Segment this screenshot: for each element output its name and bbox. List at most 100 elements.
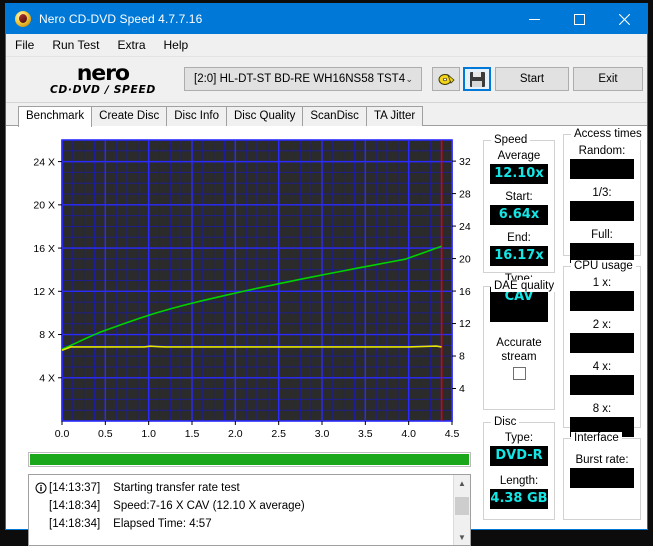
tab-disc-info[interactable]: Disc Info — [166, 106, 227, 126]
interface-group: Interface Burst rate: — [563, 432, 641, 520]
minimize-button[interactable] — [512, 4, 557, 34]
scroll-up-icon[interactable]: ▲ — [454, 475, 470, 491]
cpu-1x-value — [570, 291, 634, 311]
drive-selector-value: [2:0] HL-DT-ST BD-RE WH16NS58 TST4 — [194, 73, 406, 85]
log-message: Speed:7-16 X CAV (12.10 X average) — [113, 500, 305, 512]
cpu-8x-label: 8 x: — [592, 403, 612, 415]
log-message: Elapsed Time: 4:57 — [113, 518, 212, 530]
log-panel: [14:13:37] Starting transfer rate test [… — [28, 474, 471, 546]
tab-ta-jitter[interactable]: TA Jitter — [365, 106, 424, 126]
log-message: Starting transfer rate test — [113, 482, 240, 494]
dae-quality-group-title: DAE quality — [491, 280, 558, 292]
progress-bar-fill — [30, 454, 469, 465]
tab-disc-quality[interactable]: Disc Quality — [226, 106, 304, 126]
log-time: [14:13:37] — [49, 482, 101, 494]
chart-x-label: 2.0 — [228, 428, 243, 440]
speed-average-label: Average — [497, 150, 541, 162]
chart-y-label-right: 24 — [459, 221, 471, 233]
chart-x-label: 3.0 — [315, 428, 330, 440]
accurate-stream-label-line2: stream — [501, 351, 537, 363]
cpu-4x-label: 4 x: — [592, 361, 612, 373]
access-third-label: 1/3: — [592, 187, 612, 199]
nero-cd-dvd-speed-window: Nero CD-DVD Speed 4.7.7.16 File Run Test… — [5, 3, 648, 546]
disc-type-value: DVD-R — [490, 446, 548, 466]
access-times-group-title: Access times — [571, 128, 645, 140]
chart-x-label: 0.0 — [55, 428, 70, 440]
chart-y-label-left: 4 X — [39, 372, 55, 384]
tab-benchmark[interactable]: Benchmark — [18, 106, 93, 127]
dae-quality-group: DAE quality Accurate stream — [483, 280, 558, 410]
chart-y-label-right: 8 — [459, 351, 465, 363]
chart-y-label-right: 4 — [459, 383, 465, 395]
nero-logo-wordmark: nero — [76, 61, 130, 86]
toolbar: nero CD·DVD ∕ SPEED [2:0] HL-DT-ST BD-RE… — [6, 57, 647, 103]
chart-x-label: 0.5 — [98, 428, 113, 440]
chart-y-label-left: 12 X — [33, 286, 55, 298]
exit-button[interactable]: Exit — [573, 67, 643, 91]
chart-x-label: 4.5 — [445, 428, 460, 440]
accurate-stream-checkbox[interactable] — [512, 367, 526, 380]
maximize-button[interactable] — [557, 4, 602, 34]
chevron-down-icon: ⌄ — [405, 73, 413, 84]
list-item: [14:18:34] Speed:7-16 X CAV (12.10 X ave… — [29, 497, 453, 515]
floppy-save-icon — [469, 71, 485, 87]
transfer-rate-chart: 4 X 8 X 12 X 16 X 20 X 24 X 4 8 12 16 20 24 28 32 0.0 0… — [28, 136, 472, 446]
chart-y-label-left: 16 X — [33, 243, 55, 255]
menu-bar: File Run Test Extra Help — [6, 34, 647, 57]
eject-disc-icon — [438, 72, 455, 87]
progress-bar — [28, 452, 471, 467]
chart-y-label-right: 32 — [459, 156, 471, 168]
menu-item-run-test[interactable]: Run Test — [52, 36, 108, 54]
tab-create-disc[interactable]: Create Disc — [91, 106, 168, 126]
speed-start-label: Start: — [505, 191, 533, 203]
cpu-usage-group-title: CPU usage — [571, 260, 636, 272]
menu-item-file[interactable]: File — [15, 36, 43, 54]
disc-group: Disc Type: DVD-R Length: 4.38 GB — [483, 416, 555, 520]
start-button[interactable]: Start — [495, 67, 569, 91]
eject-disc-button[interactable] — [432, 67, 460, 91]
menu-item-help[interactable]: Help — [164, 36, 198, 54]
window-title: Nero CD-DVD Speed 4.7.7.16 — [39, 12, 203, 26]
access-random-label: Random: — [578, 145, 626, 157]
speed-end-value: 16.17x — [490, 246, 548, 266]
speed-average-value: 12.10x — [490, 164, 548, 184]
speed-group: Speed Average 12.10x Start: 6.64x End: 1… — [483, 134, 555, 307]
tab-scandisc[interactable]: ScanDisc — [302, 106, 367, 126]
list-item: [14:13:37] Starting transfer rate test — [29, 479, 453, 497]
chart-y-label-left: 20 X — [33, 200, 55, 212]
chart-x-label: 1.0 — [141, 428, 156, 440]
benchmark-panel: 4 X 8 X 12 X 16 X 20 X 24 X 4 8 12 16 20 24 28 32 0.0 0… — [6, 126, 647, 546]
chart-y-label-left: 8 X — [39, 329, 55, 341]
interface-group-title: Interface — [571, 432, 622, 444]
save-button[interactable] — [463, 67, 491, 91]
log-scrollbar[interactable]: ▲ ▼ — [453, 475, 470, 545]
accurate-stream-label-line1: Accurate — [496, 337, 542, 349]
access-random-value — [570, 159, 634, 179]
speed-start-value: 6.64x — [490, 205, 548, 225]
chart-x-label: 1.5 — [185, 428, 200, 440]
disc-length-value: 4.38 GB — [490, 489, 548, 509]
log-list: [14:13:37] Starting transfer rate test [… — [29, 475, 453, 545]
chart-x-label: 4.0 — [401, 428, 416, 440]
dae-quality-value — [490, 302, 548, 322]
scrollbar-thumb[interactable] — [455, 497, 469, 515]
info-icon — [33, 482, 48, 495]
nero-logo: nero CD·DVD ∕ SPEED — [28, 63, 178, 96]
chart-y-label-right: 20 — [459, 253, 471, 265]
chart-x-label: 2.5 — [271, 428, 286, 440]
drive-selector[interactable]: [2:0] HL-DT-ST BD-RE WH16NS58 TST4 ⌄ — [184, 67, 422, 91]
cpu-usage-group: CPU usage 1 x: 2 x: 4 x: 8 x: — [563, 260, 641, 437]
menu-item-extra[interactable]: Extra — [117, 36, 154, 54]
log-time: [14:18:34] — [49, 500, 101, 512]
title-bar: Nero CD-DVD Speed 4.7.7.16 — [6, 4, 647, 34]
speed-end-label: End: — [507, 232, 531, 244]
nero-disc-icon — [15, 11, 31, 27]
cpu-1x-label: 1 x: — [592, 277, 612, 289]
scroll-down-icon[interactable]: ▼ — [454, 529, 470, 545]
access-times-group: Access times Random: 1/3: Full: — [563, 128, 645, 263]
chart-x-label: 3.5 — [358, 428, 373, 440]
nero-logo-subtitle: CD·DVD ∕ SPEED — [50, 84, 156, 97]
cpu-2x-value — [570, 333, 634, 353]
list-item: [14:18:34] Elapsed Time: 4:57 — [29, 515, 453, 533]
close-button[interactable] — [602, 4, 647, 34]
